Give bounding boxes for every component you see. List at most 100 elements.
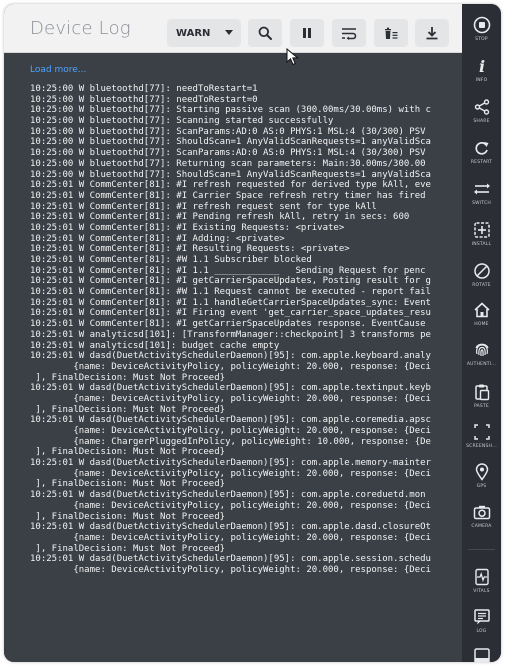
log-line: {name: DeviceActivityPolicy, policyWeigh… [30, 361, 431, 372]
sidebar-item-label: INSTALL [471, 242, 492, 247]
sidebar-item-label: GPS [476, 484, 487, 489]
log-line: 10:25:00 W bluetoothd[77]: Returning sca… [30, 158, 426, 169]
log-line: 10:25:01 W CommCenter[81]: #I refresh re… [30, 180, 431, 191]
sidebar-item-log[interactable]: LOG [462, 602, 501, 642]
clear-log-button[interactable] [374, 19, 408, 47]
sidebar-item-camera[interactable]: CAMERA [462, 497, 501, 537]
search-icon [258, 26, 272, 40]
stop-icon [473, 16, 490, 34]
log-toolbar: Device Log WARN [4, 4, 462, 53]
gps-icon [475, 463, 488, 481]
wrap-icon [342, 27, 357, 40]
device-controls-sidebar: STOP i INFO SHARE RESTART SWITCH INSTALL ROTATE… [462, 4, 501, 662]
log-line: 10:25:00 W bluetoothd[77]: ScanParams:AD… [30, 148, 426, 159]
log-line: {name: DeviceActivityPolicy, policyWeigh… [30, 532, 431, 543]
log-line: ], FinalDecision: Must Not Proceed} [30, 372, 226, 383]
log-line: 10:25:01 W dasd(DuetActivitySchedulerDae… [30, 458, 431, 469]
sidebar-item-label: INFO [475, 78, 488, 83]
sidebar-item-label: STOP [475, 37, 488, 42]
log-line: 10:25:00 W bluetoothd[77]: ShouldScan=1 … [30, 137, 431, 148]
wrap-lines-button[interactable] [332, 19, 366, 47]
log-line: 10:25:00 W bluetoothd[77]: Starting pass… [30, 105, 431, 116]
share-icon [474, 99, 489, 115]
log-line: 10:25:00 W bluetoothd[77]: needToRestart… [30, 94, 258, 105]
log-line: 10:25:01 W CommCenter[81]: #I refresh re… [30, 201, 377, 212]
sidebar-item-dock[interactable]: DOCK [462, 641, 501, 662]
load-more-link[interactable]: Load more... [30, 65, 86, 75]
log-line: 10:25:01 W CommCenter[81]: #I Firing eve… [30, 308, 431, 319]
sidebar-item-label: RESTART [470, 160, 493, 165]
log-line: {name: DeviceActivityPolicy, policyWeigh… [30, 564, 431, 575]
sidebar-item-rotate[interactable]: ROTATE [462, 256, 501, 296]
sidebar-item-authenti[interactable]: AUTHENTI... [462, 335, 501, 375]
log-line: 10:25:01 W CommCenter[81]: #I getCarrier… [30, 319, 426, 330]
camera-icon [473, 505, 490, 520]
sidebar-item-label: HOME [474, 322, 489, 327]
log-line: 10:25:01 W CommCenter[81]: #W 1.1 Reques… [30, 287, 431, 298]
paste-icon [474, 384, 489, 401]
restart-icon [474, 141, 488, 155]
download-icon [426, 27, 438, 40]
log-line: 10:25:01 W CommCenter[81]: #I Resulting … [30, 244, 350, 255]
dock-icon [473, 648, 490, 662]
switch-icon [473, 183, 490, 195]
sidebar-item-label: VITALS [473, 589, 490, 594]
sidebar-item-home[interactable]: HOME [462, 295, 501, 335]
sidebar-item-install[interactable]: INSTALL [462, 215, 501, 255]
log-level-select[interactable]: WARN [167, 19, 241, 47]
log-line: ], FinalDecision: Must Not Proceed} [30, 404, 226, 415]
download-log-button[interactable] [415, 19, 449, 47]
log-line: {name: DeviceActivityPolicy, policyWeigh… [30, 426, 431, 436]
rotate-icon [473, 263, 490, 279]
install-icon [473, 222, 490, 238]
sidebar-item-label: SHARE [473, 119, 490, 124]
log-line: 10:25:01 W CommCenter[81]: #I Pending re… [30, 212, 410, 223]
log-line: 10:25:00 W bluetoothd[77]: ShouldScan=1 … [30, 169, 431, 180]
mouse-cursor-icon [286, 48, 299, 66]
log-line: {name: DeviceActivityPolicy, policyWeigh… [30, 393, 431, 404]
sidebar-item-screensh[interactable]: SCREENSH... [462, 417, 501, 457]
sidebar-item-switch[interactable]: SWITCH [462, 174, 501, 214]
log-line: 10:25:01 W CommCenter[81]: #I Carrier Sp… [30, 190, 426, 201]
log-panel[interactable]: Load more... 10:25:00 W bluetoothd[77]: … [4, 53, 462, 662]
page-title: Device Log [30, 18, 131, 39]
log-line: 10:25:01 W analyticsd[101]: [TransformMa… [30, 329, 431, 340]
home-icon [473, 302, 490, 318]
log-line: {name: DeviceActivityPolicy, policyWeigh… [30, 468, 431, 479]
sidebar-item-gps[interactable]: GPS [462, 457, 501, 497]
device-log-window: Device Log WARN Load more... 10:25:00 W … [4, 4, 501, 662]
fingerprint-icon [474, 343, 489, 357]
sidebar-item-info[interactable]: i INFO [462, 51, 501, 91]
log-line: 10:25:00 W bluetoothd[77]: Scanning star… [30, 116, 334, 127]
sidebar-divider [468, 549, 495, 550]
sidebar-item-label: CAMERA [471, 524, 492, 529]
log-line: 10:25:01 W analyticsd[101]: budget cache… [30, 340, 280, 351]
sidebar-item-share[interactable]: SHARE [462, 92, 501, 132]
log-line: 10:25:00 W bluetoothd[77]: ScanParams:AD… [30, 126, 426, 137]
svg-text:i: i [478, 57, 484, 75]
log-line: 10:25:01 W CommCenter[81]: #I Existing R… [30, 222, 345, 233]
sidebar-item-vitals[interactable]: VITALS [462, 562, 501, 602]
sidebar-item-label: SWITCH [472, 201, 491, 206]
sidebar-item-restart[interactable]: RESTART [462, 133, 501, 173]
log-line: {name: ChargerPluggedInPolicy, policyWei… [30, 436, 431, 447]
sidebar-item-label: PASTE [474, 404, 489, 409]
screenshot-icon [473, 424, 490, 440]
log-level-value: WARN [176, 27, 211, 39]
info-icon: i [478, 57, 484, 75]
vitals-icon [474, 568, 489, 586]
search-button[interactable] [248, 19, 282, 47]
log-icon [473, 609, 490, 625]
chevron-down-icon [225, 30, 233, 35]
sidebar-item-label: LOG [476, 629, 487, 634]
log-line: 10:25:01 W CommCenter[81]: #I getCarrier… [30, 276, 431, 287]
log-line: 10:25:00 W bluetoothd[77]: needToRestart… [30, 84, 258, 94]
log-line: 10:25:01 W dasd(DuetActivitySchedulerDae… [30, 554, 431, 565]
log-line: 10:25:01 W CommCenter[81]: #I 1.1 handle… [30, 297, 431, 308]
sidebar-item-paste[interactable]: PASTE [462, 377, 501, 417]
pause-button[interactable] [290, 19, 324, 47]
pause-icon [303, 28, 311, 38]
log-line: ], FinalDecision: Must Not Proceed} [30, 511, 226, 522]
log-lines: 10:25:00 W bluetoothd[77]: needToRestart… [30, 84, 462, 576]
sidebar-item-stop[interactable]: STOP [462, 10, 501, 50]
